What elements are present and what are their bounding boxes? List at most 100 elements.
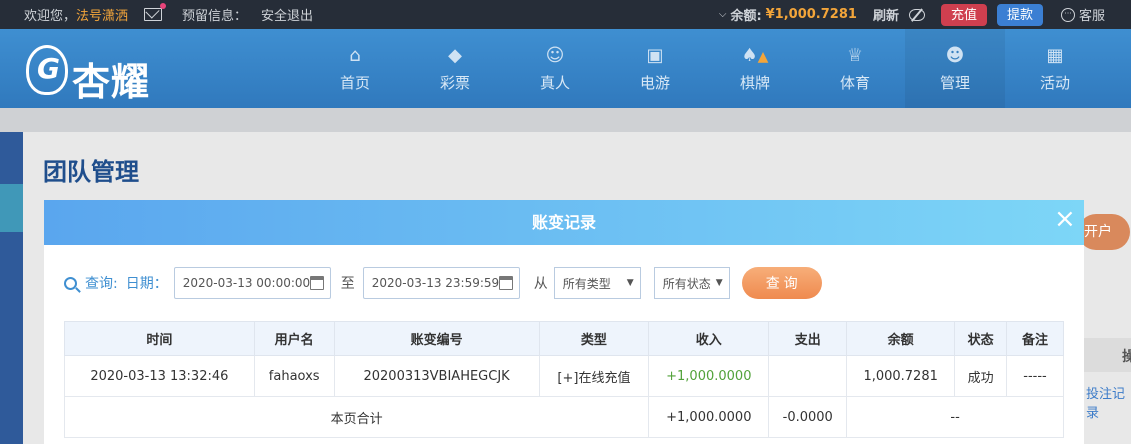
nav-item-live[interactable]: ☺ 真人	[505, 29, 605, 108]
nav-item-cards[interactable]: ♠▲ 棋牌	[705, 29, 805, 108]
status-select-value: 所有状态	[662, 276, 711, 291]
reserve-info-label: 预留信息：	[182, 9, 248, 24]
date-label: 日期：	[125, 276, 168, 292]
logo-text: 杏耀	[72, 59, 151, 104]
nav-item-sports[interactable]: ♕ 体育	[805, 29, 905, 108]
service-label: 客服	[1078, 9, 1105, 24]
column-header: 收入	[648, 321, 770, 356]
summary-row: 本页合计 +1,000.0000 -0.0000 --	[63, 396, 1064, 438]
notification-dot	[160, 3, 167, 9]
trophy-icon: ♕	[846, 45, 864, 66]
query-button[interactable]: 查 询	[741, 267, 822, 299]
home-icon: ⌂	[349, 45, 361, 66]
column-header: 状态	[954, 321, 1008, 356]
nav-label: 首页	[339, 74, 370, 92]
caret-down-icon: ▼	[626, 278, 634, 288]
cell-expense	[768, 355, 848, 397]
cell-remark: -----	[1006, 355, 1064, 397]
nav-label: 彩票	[439, 74, 470, 92]
withdraw-button[interactable]: 提款	[996, 3, 1043, 26]
summary-rest: --	[846, 396, 1064, 438]
calendar-icon[interactable]	[309, 276, 324, 290]
nav-label: 电游	[639, 74, 670, 92]
welcome-text: 欢迎您，	[24, 9, 77, 24]
nav-item-arcade[interactable]: ▣ 电游	[605, 29, 705, 108]
cell-username: fahaoxs	[253, 355, 335, 397]
nav-item-manage[interactable]: ☻ 管理	[905, 29, 1005, 108]
mail-icon[interactable]	[144, 3, 167, 21]
eye-hidden-icon[interactable]	[908, 8, 925, 21]
charge-button[interactable]: 充值	[940, 3, 987, 26]
customer-service-link[interactable]: ··· 客服	[1060, 5, 1105, 24]
refresh-button[interactable]: 刷新	[873, 5, 899, 24]
logout-link[interactable]: 安全退出	[261, 5, 313, 24]
balance-value: ¥1,000.7281	[765, 7, 857, 22]
chevron-down-icon[interactable]: ⌵	[719, 9, 727, 20]
nav-item-promo[interactable]: ▦ 活动	[1005, 29, 1105, 108]
column-header: 备注	[1006, 321, 1064, 356]
cell-change-id: 20200313VBIAHEGCJK	[333, 355, 540, 397]
bet-record-link[interactable]: 投注记录	[1086, 383, 1131, 421]
calendar-icon[interactable]	[498, 276, 513, 290]
column-header: 时间	[64, 321, 255, 356]
chat-icon: ···	[1060, 7, 1075, 22]
caret-down-icon: ▼	[715, 278, 723, 288]
end-date-input[interactable]: 2020-03-13 23:59:59	[362, 267, 520, 299]
table-row: 2020-03-13 13:32:46 fahaoxs 20200313VBIA…	[64, 355, 1064, 397]
cell-balance: 1,000.7281	[846, 355, 956, 397]
username[interactable]: 法号潇洒	[76, 5, 128, 24]
column-header: 余额	[846, 321, 956, 356]
modal-header: 账变记录 ×	[44, 200, 1084, 245]
sidebar-item-active[interactable]	[0, 184, 23, 232]
start-date-value: 2020-03-13 00:00:00	[182, 276, 311, 290]
cards-icon: ♠▲	[741, 45, 769, 66]
balance-label: 余额:	[730, 9, 762, 24]
status-select[interactable]: 所有状态 ▼	[653, 267, 730, 299]
nav-item-lottery[interactable]: ◆ 彩票	[405, 29, 505, 108]
column-header: 支出	[768, 321, 848, 356]
cell-type: [+]在线充值	[538, 355, 650, 397]
top-bar: 欢迎您， 法号潇洒 预留信息： 安全退出 ⌵ 余额: ¥1,000.7281 刷…	[0, 0, 1131, 29]
nav-label: 管理	[939, 74, 970, 92]
start-date-input[interactable]: 2020-03-13 00:00:00	[173, 267, 331, 299]
summary-income: +1,000.0000	[648, 396, 770, 438]
column-header: 类型	[538, 321, 650, 356]
nav-label: 体育	[839, 74, 870, 92]
open-account-button[interactable]: 开户	[1078, 214, 1130, 250]
logo[interactable]: 杏耀	[26, 37, 176, 104]
nav-label: 真人	[539, 74, 570, 92]
filter-bar: 查询: 日期： 2020-03-13 00:00:00 至 2020-03-13…	[64, 267, 1064, 299]
users-icon: ☻	[945, 45, 965, 66]
nav-item-home[interactable]: ⌂ 首页	[305, 29, 405, 108]
table-header-row: 时间 用户名 账变编号 类型 收入 支出 余额 状态 备注	[64, 321, 1064, 356]
column-header: 账变编号	[333, 321, 540, 356]
summary-expense: -0.0000	[768, 396, 848, 438]
logo-crest-icon	[26, 45, 68, 95]
query-label: 查询:	[85, 276, 118, 292]
type-select[interactable]: 所有类型 ▼	[553, 267, 641, 299]
account-change-modal: 账变记录 × 查询: 日期： 2020-03-13 00:00:00 至 202…	[44, 200, 1084, 444]
summary-label: 本页合计	[63, 396, 650, 438]
column-header: 用户名	[253, 321, 335, 356]
sidebar	[0, 132, 23, 444]
page-title: 团队管理	[43, 158, 139, 186]
close-icon[interactable]: ×	[1054, 206, 1076, 232]
records-table: 时间 用户名 账变编号 类型 收入 支出 余额 状态 备注 2020-03-13…	[63, 321, 1064, 438]
sub-bar	[0, 108, 1131, 132]
from-label: 从	[533, 276, 548, 292]
end-date-value: 2020-03-13 23:59:59	[371, 276, 500, 290]
nav-label: 活动	[1039, 74, 1070, 92]
to-label: 至	[340, 276, 355, 292]
person-icon: ☺	[545, 45, 565, 66]
main-nav: 杏耀 ⌂ 首页 ◆ 彩票 ☺ 真人 ▣ 电游 ♠▲ 棋牌 ♕ 体育 ☻ 管理 ▦ 活动	[0, 29, 1131, 108]
search-icon	[64, 276, 77, 290]
nav-label: 棋牌	[739, 74, 770, 92]
arcade-icon: ▣	[646, 45, 664, 66]
cell-time: 2020-03-13 13:32:46	[64, 355, 255, 397]
gift-icon: ▦	[1046, 45, 1064, 66]
ticket-icon: ◆	[448, 45, 462, 66]
modal-title: 账变记录	[531, 213, 596, 232]
type-select-value: 所有类型	[562, 276, 611, 291]
background-header-text: 操	[1122, 349, 1131, 365]
cell-income: +1,000.0000	[648, 355, 770, 397]
